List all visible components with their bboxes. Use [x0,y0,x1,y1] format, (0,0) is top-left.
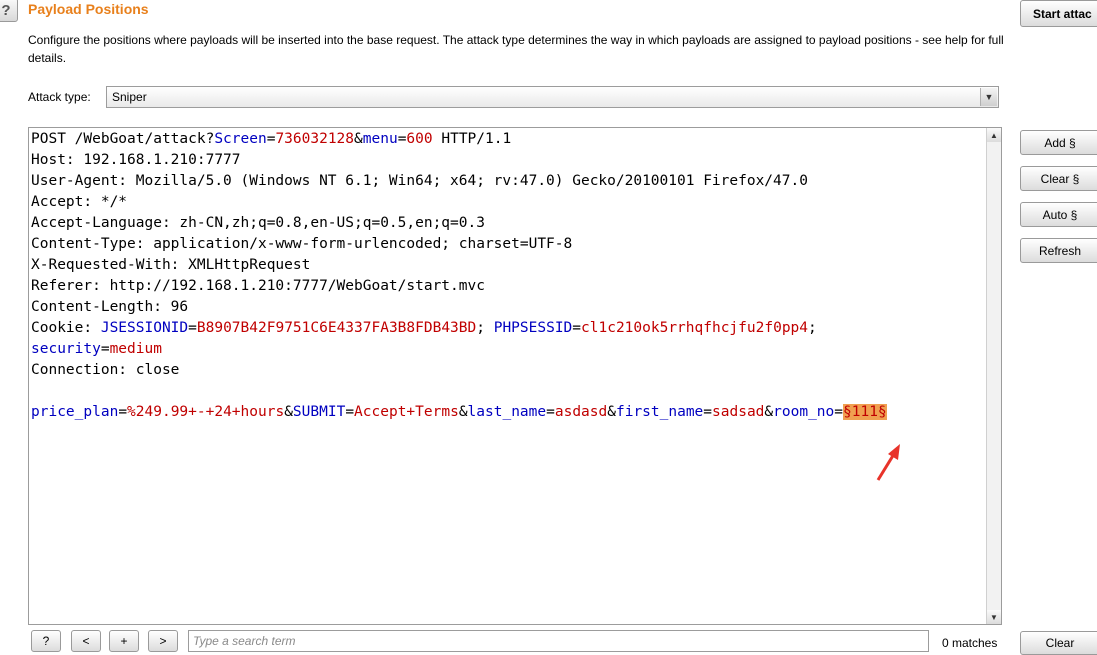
line-content-length: Content-Length: 96 [31,299,189,315]
clear-markers-button[interactable]: Clear § [1020,166,1097,191]
match-count: 0 matches [942,636,998,650]
request-editor[interactable]: POST /WebGoat/attack?Screen=736032128&me… [28,127,1002,625]
attack-type-label: Attack type: [28,90,91,104]
line-x-requested-with: X-Requested-With: XMLHttpRequest [31,257,311,273]
request-text[interactable]: POST /WebGoat/attack?Screen=736032128&me… [31,129,887,423]
attack-type-select[interactable]: Sniper ▼ [106,86,999,108]
refresh-button[interactable]: Refresh [1020,238,1097,263]
line-user-agent: User-Agent: Mozilla/5.0 (Windows NT 6.1;… [31,173,808,189]
help-icon[interactable]: ? [0,0,18,22]
scroll-down-icon[interactable]: ▼ [987,610,1001,624]
line-body: price_plan=%249.99+-+24+hours&SUBMIT=Acc… [31,404,887,420]
line-host: Host: 192.168.1.210:7777 [31,152,241,168]
editor-scrollbar[interactable]: ▲ ▼ [986,128,1001,624]
search-add-button[interactable]: + [109,630,139,652]
payload-marker[interactable]: §111§ [843,404,887,420]
auto-markers-button[interactable]: Auto § [1020,202,1097,227]
scroll-up-icon[interactable]: ▲ [987,128,1001,142]
line-accept-language: Accept-Language: zh-CN,zh;q=0.8,en-US;q=… [31,215,485,231]
line-accept: Accept: */* [31,194,128,210]
annotation-arrow-icon [876,444,900,481]
page-title: Payload Positions [28,1,149,17]
search-prev-button[interactable]: < [71,630,101,652]
line-request: POST /WebGoat/attack?Screen=736032128&me… [31,131,512,147]
line-connection: Connection: close [31,362,180,378]
dropdown-arrow-icon[interactable]: ▼ [980,88,997,106]
line-content-type: Content-Type: application/x-www-form-url… [31,236,573,252]
search-input[interactable]: Type a search term [188,630,929,652]
attack-type-value: Sniper [112,90,147,104]
search-clear-button[interactable]: Clear [1020,631,1097,655]
start-attack-button[interactable]: Start attac [1020,0,1097,27]
line-cookie: Cookie: JSESSIONID=B8907B42F9751C6E4337F… [31,320,817,357]
line-referer: Referer: http://192.168.1.210:7777/WebGo… [31,278,485,294]
description-text: Configure the positions where payloads w… [28,33,1004,65]
add-marker-button[interactable]: Add § [1020,130,1097,155]
search-help-button[interactable]: ? [31,630,61,652]
search-next-button[interactable]: > [148,630,178,652]
